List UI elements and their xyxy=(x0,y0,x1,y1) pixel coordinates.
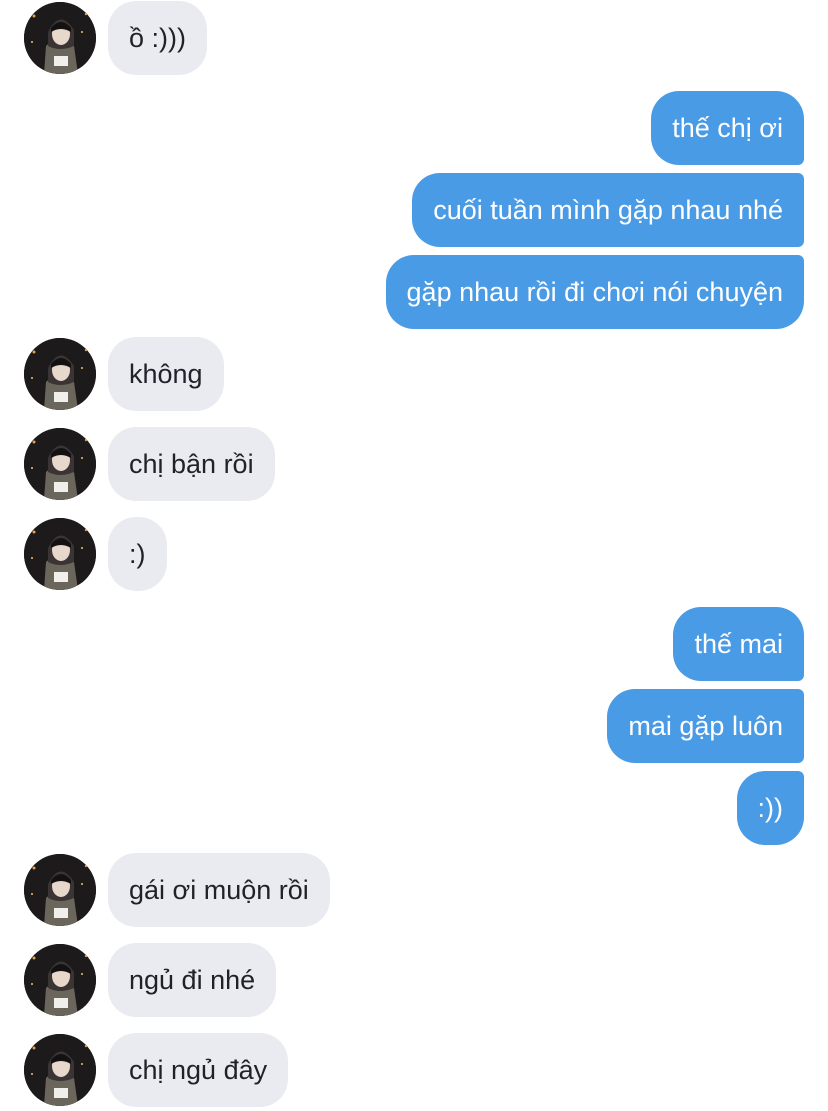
contact-avatar[interactable] xyxy=(24,518,96,590)
contact-avatar[interactable] xyxy=(24,428,96,500)
avatar-photo-icon xyxy=(24,854,96,926)
avatar-photo-icon xyxy=(24,518,96,590)
incoming-message-bubble[interactable]: chị bận rồi xyxy=(108,427,275,501)
avatar-photo-icon xyxy=(24,2,96,74)
avatar-photo-icon xyxy=(24,1034,96,1106)
incoming-message-bubble[interactable]: chị ngủ đây xyxy=(108,1033,289,1107)
avatar-photo-icon xyxy=(24,428,96,500)
message-text: gái ơi muộn rồi xyxy=(129,874,309,905)
outgoing-message-bubble[interactable]: cuối tuần mình gặp nhau nhé xyxy=(412,173,804,247)
incoming-message-bubble[interactable]: :) xyxy=(108,517,167,591)
message-text: :)) xyxy=(757,792,783,823)
outgoing-message-bubble[interactable]: mai gặp luôn xyxy=(607,689,804,763)
message-text: chị ngủ đây xyxy=(129,1054,268,1085)
contact-avatar[interactable] xyxy=(24,944,96,1016)
outgoing-message-bubble[interactable]: gặp nhau rồi đi chơi nói chuyện xyxy=(385,255,804,329)
avatar-photo-icon xyxy=(24,338,96,410)
message-text: thế mai xyxy=(694,628,783,659)
contact-avatar[interactable] xyxy=(24,1034,96,1106)
outgoing-message-bubble[interactable]: thế mai xyxy=(673,607,804,681)
avatar-photo-icon xyxy=(24,944,96,1016)
message-text: ngủ đi nhé xyxy=(129,964,256,995)
contact-avatar[interactable] xyxy=(24,854,96,926)
outgoing-message-bubble[interactable]: thế chị ơi xyxy=(651,91,804,165)
incoming-message-bubble[interactable]: ồ :))) xyxy=(108,1,207,75)
incoming-message-bubble[interactable]: gái ơi muộn rồi xyxy=(108,853,330,927)
message-text: :) xyxy=(129,538,146,569)
message-text: gặp nhau rồi đi chơi nói chuyện xyxy=(406,276,783,307)
outgoing-message-bubble[interactable]: :)) xyxy=(736,771,804,845)
message-text: cuối tuần mình gặp nhau nhé xyxy=(433,194,783,225)
contact-avatar[interactable] xyxy=(24,2,96,74)
message-text: mai gặp luôn xyxy=(628,710,783,741)
message-text: không xyxy=(129,358,203,389)
message-text: ồ :))) xyxy=(129,22,186,53)
incoming-message-bubble[interactable]: không xyxy=(108,337,224,411)
contact-avatar[interactable] xyxy=(24,338,96,410)
message-text: thế chị ơi xyxy=(672,112,783,143)
message-text: chị bận rồi xyxy=(129,448,254,479)
incoming-message-bubble[interactable]: ngủ đi nhé xyxy=(108,943,277,1017)
